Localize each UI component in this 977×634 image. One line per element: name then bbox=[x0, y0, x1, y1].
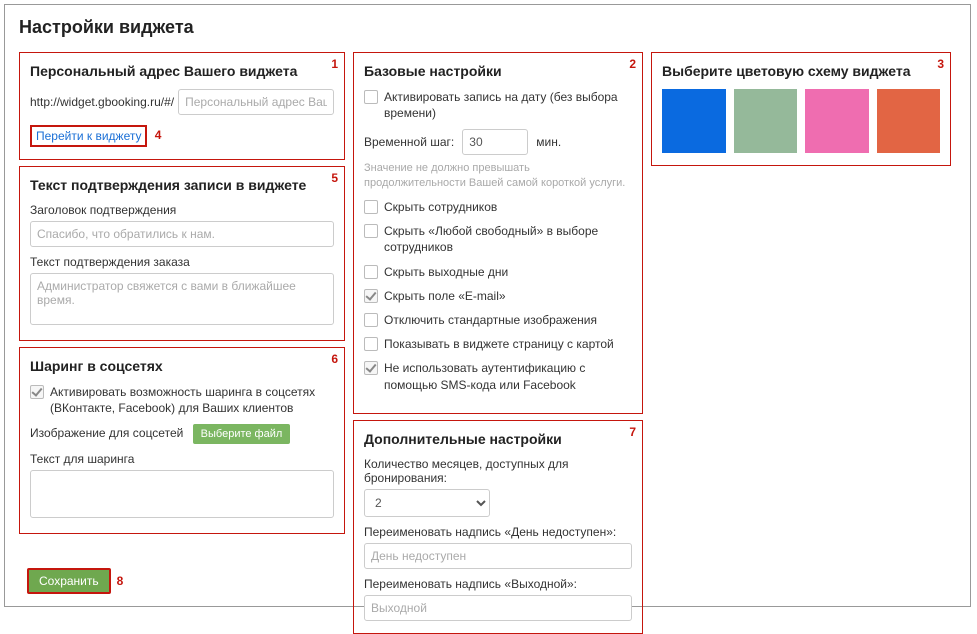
panel-personal-address: 1 Персональный адрес Вашего виджета http… bbox=[19, 52, 345, 160]
panel-marker-4: 4 bbox=[155, 128, 162, 142]
cb-hide-days-off-label: Скрыть выходные дни bbox=[384, 264, 508, 280]
panel-marker-5: 5 bbox=[331, 171, 338, 185]
cb-disable-images-box[interactable] bbox=[364, 313, 378, 327]
color-swatches bbox=[662, 89, 940, 153]
widget-settings-page: Настройки виджета 1 Персональный адрес В… bbox=[4, 4, 971, 607]
panel-title-colors: Выберите цветовую схему виджета bbox=[662, 63, 940, 79]
cb-hide-staff-box[interactable] bbox=[364, 200, 378, 214]
column-middle: 2 Базовые настройки Активировать запись … bbox=[353, 52, 643, 634]
panel-marker-3: 3 bbox=[937, 57, 944, 71]
save-row: Сохранить 8 bbox=[27, 568, 123, 594]
time-step-label: Временной шаг: bbox=[364, 135, 454, 149]
column-right: 3 Выберите цветовую схему виджета bbox=[651, 52, 951, 166]
cb-no-auth-label: Не использовать аутентификацию с помощью… bbox=[384, 360, 632, 392]
cb-hide-email-label: Скрыть поле «E-mail» bbox=[384, 288, 506, 304]
cb-disable-images-label: Отключить стандартные изображения bbox=[384, 312, 597, 328]
panel-title-confirmation: Текст подтверждения записи в виджете bbox=[30, 177, 334, 193]
confirmation-heading-label: Заголовок подтверждения bbox=[30, 203, 334, 217]
panel-additional-settings: 7 Дополнительные настройки Количество ме… bbox=[353, 420, 643, 634]
color-swatch-green[interactable] bbox=[734, 89, 798, 153]
time-step-hint: Значение не должно превышать продолжител… bbox=[364, 161, 632, 191]
choose-file-button[interactable]: Выберите файл bbox=[193, 424, 291, 444]
months-select[interactable]: 2 bbox=[364, 489, 490, 517]
color-swatch-blue[interactable] bbox=[662, 89, 726, 153]
panel-color-scheme: 3 Выберите цветовую схему виджета bbox=[651, 52, 951, 166]
cb-hide-staff[interactable]: Скрыть сотрудников bbox=[364, 199, 632, 215]
rename-unavail-label: Переименовать надпись «День недоступен»: bbox=[364, 525, 632, 539]
go-to-widget-link[interactable]: Перейти к виджету bbox=[36, 129, 141, 143]
cb-hide-staff-label: Скрыть сотрудников bbox=[384, 199, 497, 215]
cb-hide-days-off-box[interactable] bbox=[364, 265, 378, 279]
address-row: http://widget.gbooking.ru/#/ bbox=[30, 89, 334, 115]
panel-marker-1: 1 bbox=[331, 57, 338, 71]
cb-show-map-label: Показывать в виджете страницу с картой bbox=[384, 336, 614, 352]
panel-social-sharing: 6 Шаринг в соцсетях Активировать возможн… bbox=[19, 347, 345, 534]
panel-marker-6: 6 bbox=[331, 352, 338, 366]
time-step-input[interactable] bbox=[462, 129, 528, 155]
confirmation-heading-input[interactable] bbox=[30, 221, 334, 247]
address-input[interactable] bbox=[178, 89, 334, 115]
panel-marker-2: 2 bbox=[629, 57, 636, 71]
rename-holiday-input[interactable] bbox=[364, 595, 632, 621]
cb-hide-email-box[interactable] bbox=[364, 289, 378, 303]
color-swatch-pink[interactable] bbox=[805, 89, 869, 153]
time-step-row: Временной шаг: мин. bbox=[364, 129, 632, 155]
sharing-enable-row[interactable]: Активировать возможность шаринга в соцсе… bbox=[30, 384, 334, 416]
cb-show-map[interactable]: Показывать в виджете страницу с картой bbox=[364, 336, 632, 352]
color-swatch-orange[interactable] bbox=[877, 89, 941, 153]
sharing-text-textarea[interactable] bbox=[30, 470, 334, 518]
panel-title-additional: Дополнительные настройки bbox=[364, 431, 632, 447]
time-step-unit: мин. bbox=[536, 135, 561, 149]
sharing-text-label: Текст для шаринга bbox=[30, 452, 334, 466]
rename-holiday-label: Переименовать надпись «Выходной»: bbox=[364, 577, 632, 591]
cb-no-auth-box[interactable] bbox=[364, 361, 378, 375]
panel-basic-settings: 2 Базовые настройки Активировать запись … bbox=[353, 52, 643, 414]
cb-show-map-box[interactable] bbox=[364, 337, 378, 351]
panel-confirmation-text: 5 Текст подтверждения записи в виджете З… bbox=[19, 166, 345, 341]
address-prefix: http://widget.gbooking.ru/#/ bbox=[30, 95, 174, 109]
go-to-widget-box: Перейти к виджету 4 bbox=[30, 125, 147, 147]
cb-activate-date[interactable]: Активировать запись на дату (без выбора … bbox=[364, 89, 632, 121]
panel-title-basic: Базовые настройки bbox=[364, 63, 632, 79]
confirmation-body-textarea[interactable] bbox=[30, 273, 334, 325]
save-button[interactable]: Сохранить bbox=[27, 568, 111, 594]
confirmation-body-label: Текст подтверждения заказа bbox=[30, 255, 334, 269]
page-title: Настройки виджета bbox=[19, 17, 956, 38]
rename-unavail-input[interactable] bbox=[364, 543, 632, 569]
panel-title-address: Персональный адрес Вашего виджета bbox=[30, 63, 334, 79]
cb-hide-any-free-label: Скрыть «Любой свободный» в выборе сотруд… bbox=[384, 223, 632, 255]
column-left: 1 Персональный адрес Вашего виджета http… bbox=[19, 52, 345, 534]
cb-hide-days-off[interactable]: Скрыть выходные дни bbox=[364, 264, 632, 280]
cb-no-auth[interactable]: Не использовать аутентификацию с помощью… bbox=[364, 360, 632, 392]
panel-title-sharing: Шаринг в соцсетях bbox=[30, 358, 334, 374]
columns: 1 Персональный адрес Вашего виджета http… bbox=[19, 52, 956, 634]
sharing-image-label: Изображение для соцсетей bbox=[30, 427, 183, 441]
panel-marker-8: 8 bbox=[117, 574, 124, 588]
cb-hide-any-free-box[interactable] bbox=[364, 224, 378, 238]
sharing-image-row: Изображение для соцсетей Выберите файл bbox=[30, 424, 334, 444]
cb-disable-images[interactable]: Отключить стандартные изображения bbox=[364, 312, 632, 328]
cb-activate-date-box[interactable] bbox=[364, 90, 378, 104]
cb-activate-date-label: Активировать запись на дату (без выбора … bbox=[384, 89, 632, 121]
cb-hide-email[interactable]: Скрыть поле «E-mail» bbox=[364, 288, 632, 304]
sharing-enable-label: Активировать возможность шаринга в соцсе… bbox=[50, 384, 334, 416]
months-label: Количество месяцев, доступных для бронир… bbox=[364, 457, 632, 485]
panel-marker-7: 7 bbox=[629, 425, 636, 439]
cb-hide-any-free[interactable]: Скрыть «Любой свободный» в выборе сотруд… bbox=[364, 223, 632, 255]
sharing-enable-checkbox[interactable] bbox=[30, 385, 44, 399]
